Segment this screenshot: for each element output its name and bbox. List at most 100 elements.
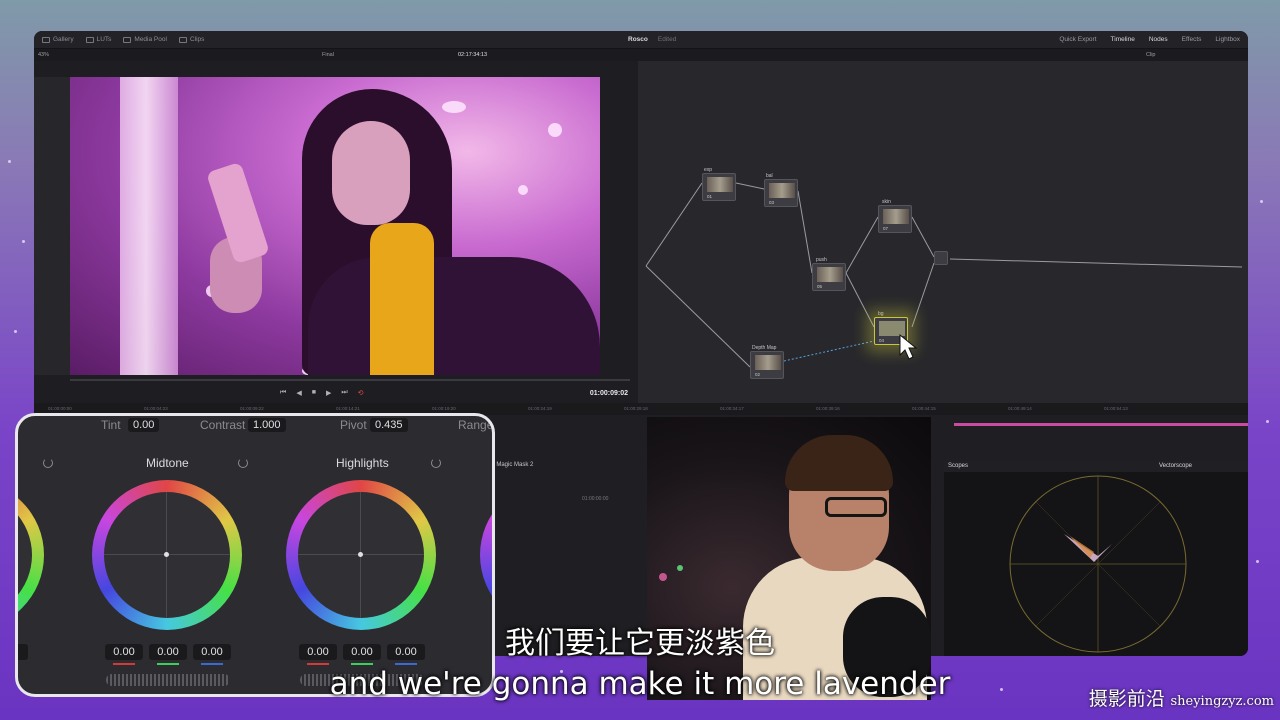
tab-clips[interactable]: Clips xyxy=(178,36,204,43)
node-thumbnail xyxy=(755,355,781,370)
timeline-tick: 01:00:44:15 xyxy=(912,406,936,411)
green-underline xyxy=(157,663,179,665)
reset-icon[interactable] xyxy=(238,458,248,468)
shadows-wheel[interactable] xyxy=(18,480,44,630)
wheel-puck[interactable] xyxy=(358,552,363,557)
video-viewer[interactable] xyxy=(70,77,600,375)
wheel-puck[interactable] xyxy=(164,552,169,557)
sparkle-star xyxy=(22,240,25,243)
reset-icon[interactable] xyxy=(431,458,441,468)
parallel-mixer-node[interactable] xyxy=(934,251,948,265)
timeline-tick: 01:00:49:14 xyxy=(1008,406,1032,411)
loop-icon[interactable]: ⟲ xyxy=(358,389,364,397)
source-timecode: 02:17:34:13 xyxy=(458,52,488,58)
timeline-tick: 01:00:24:19 xyxy=(528,406,552,411)
red-underline xyxy=(307,663,329,665)
node-connections xyxy=(645,182,1243,368)
contrast-value[interactable]: 1.000 xyxy=(248,418,286,432)
record-timecode: 01:00:09:02 xyxy=(589,389,628,397)
timeline-tick: 01:00:04:23 xyxy=(144,406,168,411)
watermark-latin: sheyingzyz.com xyxy=(1170,694,1274,709)
timeline-tick: 01:00:19:20 xyxy=(432,406,456,411)
range-label: Range xyxy=(458,418,494,432)
node-bal[interactable]: 03 xyxy=(764,179,798,207)
node-thumbnail xyxy=(817,267,843,282)
project-title: Rosco xyxy=(628,36,648,43)
play-icon[interactable]: ▶ xyxy=(326,389,331,397)
reset-icon[interactable] xyxy=(43,458,53,468)
subtitle-chinese: 我们要让它更淡紫色 xyxy=(505,626,775,661)
blue-underline xyxy=(201,663,223,665)
tab-media-pool[interactable]: Media Pool xyxy=(123,36,167,43)
node-thumbnail xyxy=(883,209,909,224)
midtone-label: Midtone xyxy=(146,456,189,470)
mouse-cursor-icon xyxy=(899,333,918,360)
tab-effects[interactable]: Effects xyxy=(1182,36,1202,43)
node-thumbnail xyxy=(707,177,733,192)
sparkle-star xyxy=(1256,560,1259,563)
project-status: Edited xyxy=(657,36,677,43)
tab-quick-export[interactable]: Quick Export xyxy=(1059,36,1096,43)
luts-icon xyxy=(85,36,94,43)
background-pillar xyxy=(120,77,178,375)
viewer-left-gutter xyxy=(34,77,70,375)
midtone-wheel[interactable] xyxy=(92,480,242,630)
pivot-value[interactable]: 0.435 xyxy=(370,418,408,432)
timeline-tick: 01:00:09:22 xyxy=(240,406,264,411)
tint-label: Tint xyxy=(101,418,121,432)
scopes-header: Scopes Vectorscope xyxy=(944,461,1248,472)
tint-value[interactable]: 0.00 xyxy=(128,418,160,432)
node-skin[interactable]: 07 xyxy=(878,205,912,233)
subject-sweater xyxy=(370,223,434,375)
presenter-hair xyxy=(785,435,893,491)
timeline-tick: 01:00:34:17 xyxy=(720,406,744,411)
scopes-title: Scopes xyxy=(948,463,969,469)
skip-back-icon[interactable]: ⏮ xyxy=(280,389,286,397)
gallery-icon xyxy=(42,36,50,43)
tab-lightbox[interactable]: Lightbox xyxy=(1215,36,1240,43)
timeline-tick: 01:00:14:21 xyxy=(336,406,360,411)
sparkle-star xyxy=(8,160,11,163)
node-mode-select[interactable]: Clip xyxy=(1146,52,1155,58)
tab-timeline[interactable]: Timeline xyxy=(1111,36,1135,43)
node-number: 02 xyxy=(755,372,761,377)
presenter-glasses xyxy=(825,497,887,517)
node-exp[interactable]: 01 xyxy=(702,173,736,201)
node-push[interactable]: 05 xyxy=(812,263,846,291)
viewer-mode-select[interactable]: Final xyxy=(322,52,334,58)
node-depth-map[interactable]: 02 xyxy=(750,351,784,379)
offset-wheel[interactable] xyxy=(480,480,495,630)
highlights-label: Highlights xyxy=(336,456,389,470)
skip-forward-icon[interactable]: ⏭ xyxy=(341,389,347,397)
node-number: 05 xyxy=(817,284,823,289)
contrast-label: Contrast xyxy=(200,418,246,432)
viewer-scrubber[interactable] xyxy=(70,379,630,381)
tab-luts[interactable]: LUTs xyxy=(85,36,111,43)
clip-track-bar[interactable] xyxy=(954,423,1248,426)
wheel-face xyxy=(18,492,32,618)
node-graph[interactable]: exp 01 bal 03 push 05 skin 07 bg 04 Dept… xyxy=(638,61,1248,403)
red-underline xyxy=(113,663,135,665)
tab-nodes[interactable]: Nodes xyxy=(1149,36,1168,43)
stop-icon[interactable]: ■ xyxy=(312,389,316,397)
timeline-tick: 01:00:39:16 xyxy=(816,406,840,411)
blue-underline xyxy=(395,663,417,665)
tab-gallery[interactable]: Gallery xyxy=(42,36,74,43)
node-number: 03 xyxy=(769,200,775,205)
highlights-wheel[interactable] xyxy=(286,480,436,630)
zoom-level[interactable]: 43% xyxy=(38,52,49,58)
media-pool-icon xyxy=(123,36,132,43)
viewer-toolbar: 43% Final 02:17:34:13 Clip xyxy=(34,49,1248,61)
bokeh-light xyxy=(677,565,683,571)
green-underline xyxy=(351,663,373,665)
subject-face xyxy=(332,121,410,225)
bokeh-light xyxy=(548,123,562,137)
watermark-chinese: 摄影前沿 xyxy=(1088,688,1165,710)
step-back-icon[interactable]: ◀ xyxy=(296,389,301,397)
node-number: 01 xyxy=(707,194,713,199)
scope-mode-select[interactable]: Vectorscope xyxy=(1159,463,1192,469)
sparkle-star xyxy=(1260,200,1263,203)
pivot-label: Pivot xyxy=(340,418,367,432)
wheel-face xyxy=(492,492,495,618)
bokeh-light xyxy=(442,101,466,113)
